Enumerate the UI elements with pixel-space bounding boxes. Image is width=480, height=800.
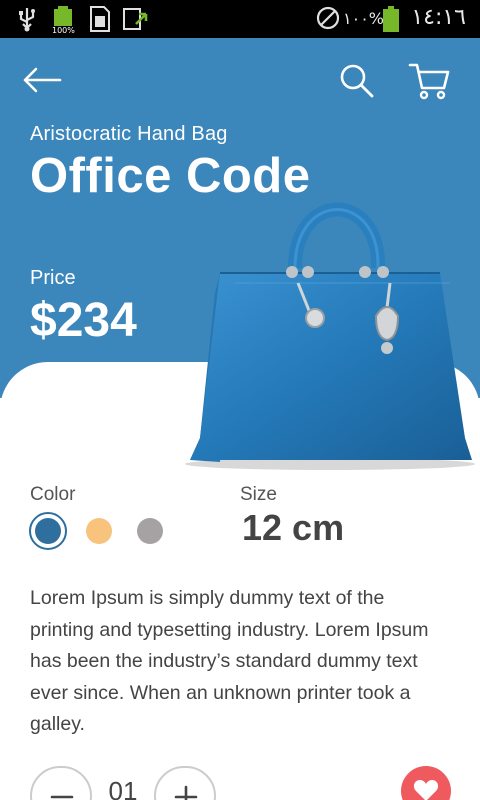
size-value: 12 cm (242, 507, 345, 548)
status-bar: 100% ١٠٠% ١٤:١٦ (0, 0, 480, 38)
color-swatch-blue[interactable] (35, 518, 61, 544)
plus-icon (174, 785, 198, 800)
color-swatch-grey[interactable] (137, 518, 163, 544)
download-icon (123, 8, 148, 30)
battery-full-icon: 100% (52, 6, 75, 34)
decrease-quantity-button[interactable] (30, 766, 92, 800)
cart-icon[interactable] (408, 62, 450, 100)
do-not-disturb-icon (316, 6, 340, 30)
back-arrow-icon[interactable] (22, 64, 62, 96)
handbag-image (185, 202, 475, 470)
search-icon[interactable] (338, 62, 376, 100)
price-label: Price (30, 267, 76, 289)
product-title: Office Code (30, 149, 311, 203)
product-subtitle: Aristocratic Hand Bag (30, 123, 228, 145)
color-swatch-orange[interactable] (86, 518, 112, 544)
quantity-stepper: 01 (30, 766, 216, 800)
size-label: Size (240, 484, 277, 505)
battery-icon (383, 6, 399, 32)
sim-card-icon (90, 6, 110, 32)
color-label: Color (30, 484, 76, 505)
minus-icon (50, 795, 74, 799)
price-value: $234 (30, 294, 137, 347)
product-description: Lorem Ipsum is simply dummy text of the … (30, 587, 429, 735)
clock: ١٤:١٦ (411, 5, 466, 30)
battery-percent: ١٠٠% (343, 9, 384, 28)
increase-quantity-button[interactable] (154, 766, 216, 800)
heart-icon (413, 780, 439, 800)
svg-text:100%: 100% (52, 26, 75, 34)
usb-icon (19, 8, 35, 32)
quantity-value: 01 (108, 776, 138, 800)
